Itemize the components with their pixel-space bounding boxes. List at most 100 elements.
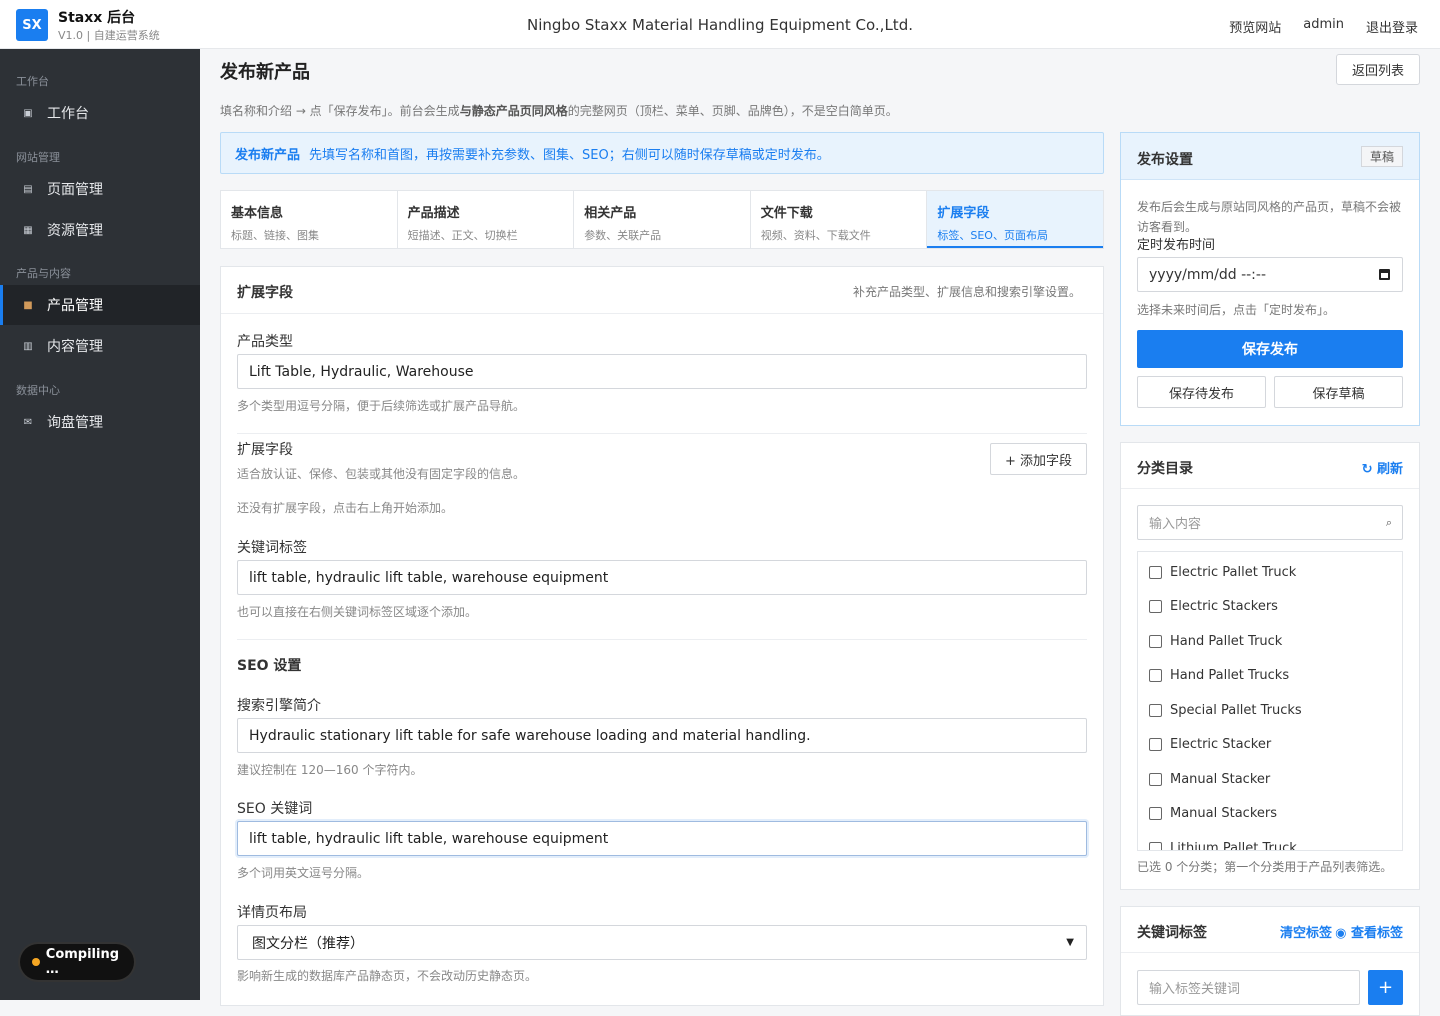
checkbox[interactable] [1149,635,1162,648]
category-label: Electric Stackers [1170,599,1278,614]
publish-settings-panel: 发布设置 草稿 发布后会生成与原站同风格的产品页，草稿不会被访客看到。 定时发布… [1120,132,1420,426]
tab-subtitle: 短描述、正文、切换栏 [407,229,518,242]
schedule-time-help: 选择未来时间后，点击「定时发布」。 [1137,303,1336,317]
seo-description-label: 搜索引擎简介 [237,698,321,714]
back-to-list-button[interactable]: 返回列表 [1336,54,1420,85]
category-label: Hand Pallet Truck [1170,634,1283,649]
seo-keywords-input[interactable]: lift table, hydraulic lift table, wareho… [237,821,1087,856]
list-item[interactable]: Hand Pallet Truck [1149,634,1282,649]
category-search-input[interactable]: 输入内容 ⌕ [1137,505,1403,540]
category-header: 分类目录 ↻ 刷新 [1121,443,1419,489]
box-icon: ■ [23,299,33,311]
detail-layout-label: 详情页布局 [237,905,307,921]
tab-subtitle: 标签、SEO、页面布局 [937,229,1048,242]
notice-title: 发布新产品 [235,147,301,163]
list-item[interactable]: Electric Stackers [1149,599,1278,614]
schedule-time-label: 定时发布时间 [1137,238,1216,253]
list-item[interactable]: Manual Stackers [1149,806,1277,821]
sidebar-item-pages[interactable]: ▤ 页面管理 [0,169,200,209]
list-item[interactable]: Manual Stacker [1149,772,1270,787]
view-tags-button[interactable]: ◉ 查看标签 [1335,922,1403,941]
schedule-time-input[interactable]: yyyy/mm/dd --:-- [1137,257,1403,292]
tab-subtitle: 标题、链接、图集 [231,229,319,242]
card-header: 扩展字段 补充产品类型、扩展信息和搜索引擎设置。 [221,267,1103,314]
sidebar-item-inquiries[interactable]: ✉ 询盘管理 [0,402,200,442]
save-publish-button[interactable]: 保存发布 [1137,330,1403,368]
status-dot-icon [32,958,40,966]
tab-title: 相关产品 [584,206,637,221]
divider [237,433,1087,434]
checkbox[interactable] [1149,807,1162,820]
checkbox[interactable] [1149,600,1162,613]
publish-title: 发布设置 [1137,152,1193,168]
list-item[interactable]: Special Pallet Trucks [1149,703,1302,718]
clear-tags-button[interactable]: 清空标签 [1280,922,1332,941]
keyword-tags-help: 也可以直接在右侧关键词标签区域逐个添加。 [237,605,478,619]
list-item[interactable]: Electric Stacker [1149,737,1271,752]
tab-extended-fields[interactable]: 扩展字段标签、SEO、页面布局 [927,191,1103,248]
seo-description-help: 建议控制在 120—160 个字符内。 [237,763,423,777]
list-item[interactable]: Electric Pallet Truck [1149,565,1296,580]
seo-section-title: SEO 设置 [237,658,302,674]
category-label: Special Pallet Trucks [1170,703,1302,718]
intro-text: 的完整网页（顶栏、菜单、页脚、品牌色），不是空白简单页。 [567,104,898,118]
category-label: Manual Stacker [1170,772,1271,787]
list-item[interactable]: Lithium Pallet Truck [1149,841,1297,851]
tab-title: 扩展字段 [937,206,990,221]
sidebar-item-dashboard[interactable]: ▣ 工作台 [0,93,200,133]
tab-basic-info[interactable]: 基本信息标题、链接、图集 [221,191,398,248]
calendar-icon[interactable] [1379,269,1390,280]
intro-text: 填名称和介绍 → 点「保存发布」。前台会生成 [220,104,460,118]
save-draft-button[interactable]: 保存草稿 [1274,376,1403,408]
sidebar-item-label: 产品管理 [47,298,103,314]
preview-site-link[interactable]: 预览网站 [1229,17,1281,36]
category-footer: 已选 0 个分类；第一个分类用于产品列表筛选。 [1137,860,1393,874]
save-pending-button[interactable]: 保存待发布 [1137,376,1266,408]
category-list[interactable]: Electric Pallet Truck Electric Stackers … [1137,551,1403,851]
checkbox[interactable] [1149,738,1162,751]
refresh-button[interactable]: ↻ 刷新 [1362,458,1403,477]
add-field-button[interactable]: + 添加字段 [990,443,1087,475]
category-label: Electric Pallet Truck [1170,565,1297,580]
detail-layout-help: 影响新生成的数据库产品静态页，不会改动历史静态页。 [237,969,538,983]
list-item[interactable]: Hand Pallet Trucks [1149,668,1289,683]
category-label: Lithium Pallet Truck [1170,841,1297,851]
company-name: Ningbo Staxx Material Handling Equipment… [527,16,913,34]
checkbox[interactable] [1149,566,1162,579]
keyword-header: 关键词标签 清空标签 ◉ 查看标签 [1121,907,1419,953]
user-link[interactable]: admin [1303,17,1344,36]
mail-icon: ✉ [23,416,33,428]
extended-fields-card: 扩展字段 补充产品类型、扩展信息和搜索引擎设置。 产品类型 Lift Table… [220,266,1104,1006]
checkbox[interactable] [1149,704,1162,717]
product-type-input[interactable]: Lift Table, Hydraulic, Warehouse [237,354,1087,389]
tab-downloads[interactable]: 文件下载 视频、资料、下载文件 [751,191,928,248]
sidebar-item-label: 工作台 [47,106,89,122]
keyword-tags-input[interactable]: lift table, hydraulic lift table, wareho… [237,560,1087,595]
sidebar-group-label: 工作台 [16,75,49,88]
compiling-text: Compiling … [45,947,120,977]
seo-description-input[interactable]: Hydraulic stationary lift table for safe… [237,718,1087,753]
checkbox[interactable] [1149,773,1162,786]
sidebar-item-products[interactable]: ■ 产品管理 [0,285,200,325]
extension-fields-help: 适合放认证、保修、包装或其他没有固定字段的信息。 [237,467,526,481]
checkbox[interactable] [1149,669,1162,682]
category-label: Electric Stacker [1170,737,1272,752]
tab-subtitle: 参数、关联产品 [584,229,662,242]
page-intro: 填名称和介绍 → 点「保存发布」。前台会生成与静态产品页同风格的完整网页（顶栏、… [220,102,898,119]
category-label: Hand Pallet Trucks [1170,668,1290,683]
search-icon: ⌕ [1385,516,1392,529]
sidebar-item-content[interactable]: ▥ 内容管理 [0,326,200,366]
notice-text: 先填写名称和首图，再按需要补充参数、图集、SEO；右侧可以随时保存草稿或定时发布… [309,147,830,163]
tab-related[interactable]: 相关产品参数、关联产品 [574,191,751,248]
tab-title: 基本信息 [231,206,284,221]
detail-layout-select[interactable]: 图文分栏（推荐） ▼ [237,925,1087,960]
divider [237,639,1087,640]
checkbox[interactable] [1149,842,1162,850]
sidebar-item-resources[interactable]: ▦ 资源管理 [0,210,200,250]
form-tabs: 基本信息 标题、链接、图集 产品描述 短描述、正文、切换栏 相关产品 参数、关联产品 … [220,190,1104,249]
logout-link[interactable]: 退出登录 [1366,17,1418,36]
tab-description[interactable]: 产品描述 短描述、正文、切换栏 [398,191,575,248]
keyword-title: 关键词标签 [1137,925,1207,941]
keyword-tags-label: 关键词标签 [237,540,307,556]
seo-keywords-help: 多个词用英文逗号分隔。 [237,866,370,880]
